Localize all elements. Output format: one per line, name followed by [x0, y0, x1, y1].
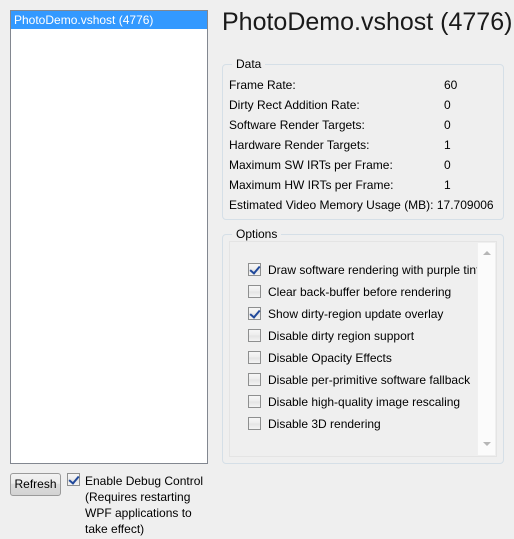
- debug-control-note-line: (Requires restarting: [85, 490, 191, 504]
- option-checkbox-row[interactable]: Disable Opacity Effects: [248, 347, 474, 369]
- checkbox-icon[interactable]: [248, 307, 261, 320]
- data-groupbox: Data Frame Rate: 60 Dirty Rect Addition …: [222, 57, 504, 220]
- scroll-down-arrow-icon[interactable]: [478, 436, 495, 453]
- data-rows: Frame Rate: 60 Dirty Rect Addition Rate:…: [229, 75, 499, 215]
- list-item[interactable]: PhotoDemo.vshost (4776): [11, 11, 207, 29]
- data-row-label: Hardware Render Targets:: [229, 138, 370, 152]
- checkbox-icon[interactable]: [248, 329, 261, 342]
- data-row: Software Render Targets: 0: [229, 115, 499, 135]
- checkbox-icon[interactable]: [248, 351, 261, 364]
- refresh-button[interactable]: Refresh: [10, 473, 61, 496]
- data-row: Hardware Render Targets: 1: [229, 135, 499, 155]
- options-vertical-scrollbar[interactable]: [477, 243, 495, 455]
- option-label: Clear back-buffer before rendering: [268, 285, 452, 299]
- checkbox-icon[interactable]: [248, 395, 261, 408]
- option-checkbox-row[interactable]: Disable per-primitive software fallback: [248, 369, 474, 391]
- data-row-label: Dirty Rect Addition Rate:: [229, 98, 360, 112]
- data-row-label: Software Render Targets:: [229, 118, 365, 132]
- data-row: Maximum SW IRTs per Frame: 0: [229, 155, 499, 175]
- option-checkbox-row[interactable]: Disable 3D rendering: [248, 413, 474, 435]
- data-row-value: 1: [444, 138, 451, 152]
- data-groupbox-title: Data: [232, 57, 266, 71]
- options-groupbox: Options Draw software rendering with pur…: [222, 227, 504, 464]
- checkbox-icon[interactable]: [248, 417, 261, 430]
- option-label: Draw software rendering with purple tint: [268, 263, 480, 277]
- data-row-label: Maximum SW IRTs per Frame:: [229, 158, 393, 172]
- data-row-value: 1: [444, 178, 451, 192]
- checkbox-icon[interactable]: [248, 373, 261, 386]
- option-label: Disable Opacity Effects: [268, 351, 392, 365]
- data-row: Maximum HW IRTs per Frame: 1: [229, 175, 499, 195]
- checkbox-icon[interactable]: [67, 473, 80, 486]
- debug-control-note-line: take effect): [85, 522, 145, 536]
- data-row-label: Estimated Video Memory Usage (MB):: [229, 198, 434, 212]
- page-title: PhotoDemo.vshost (4776): [222, 8, 513, 36]
- option-label: Disable per-primitive software fallback: [268, 373, 471, 387]
- data-row-value: 0: [444, 98, 451, 112]
- option-checkbox-row[interactable]: Disable high-quality image rescaling: [248, 391, 474, 413]
- data-row-value: 0: [444, 158, 451, 172]
- option-label: Disable 3D rendering: [268, 417, 381, 431]
- data-row-value: 0: [444, 118, 451, 132]
- data-row: Estimated Video Memory Usage (MB): 17.70…: [229, 195, 499, 215]
- process-listbox[interactable]: PhotoDemo.vshost (4776): [10, 10, 208, 464]
- checkbox-icon[interactable]: [248, 285, 261, 298]
- option-label: Disable high-quality image rescaling: [268, 395, 461, 409]
- data-row-label: Maximum HW IRTs per Frame:: [229, 178, 394, 192]
- data-row: Frame Rate: 60: [229, 75, 499, 95]
- enable-debug-control-row[interactable]: Enable Debug Control: [67, 473, 207, 489]
- data-row-value: 17.709006: [436, 198, 494, 212]
- enable-debug-control-label: Enable Debug Control: [85, 474, 204, 488]
- list-item-label: PhotoDemo.vshost (4776): [14, 13, 154, 27]
- data-row-label: Frame Rate:: [229, 78, 296, 92]
- option-checkbox-row[interactable]: Show dirty-region update overlay: [248, 303, 474, 325]
- data-row: Dirty Rect Addition Rate: 0: [229, 95, 499, 115]
- option-checkbox-row[interactable]: Draw software rendering with purple tint: [248, 259, 479, 281]
- option-checkbox-row[interactable]: Clear back-buffer before rendering: [248, 281, 474, 303]
- checkbox-icon[interactable]: [248, 263, 261, 276]
- options-groupbox-title: Options: [232, 227, 282, 241]
- option-label: Show dirty-region update overlay: [268, 307, 444, 321]
- enable-debug-control-group[interactable]: Enable Debug Control (Requires restartin…: [67, 473, 207, 537]
- option-label: Disable dirty region support: [268, 329, 415, 343]
- options-scroll-panel[interactable]: Draw software rendering with purple tint…: [229, 241, 497, 457]
- data-row-value: 60: [444, 78, 458, 92]
- scroll-up-arrow-icon[interactable]: [478, 245, 495, 262]
- options-list: Draw software rendering with purple tint…: [248, 259, 479, 435]
- option-checkbox-row[interactable]: Disable dirty region support: [248, 325, 474, 347]
- debug-control-note-line: WPF applications to: [85, 506, 192, 520]
